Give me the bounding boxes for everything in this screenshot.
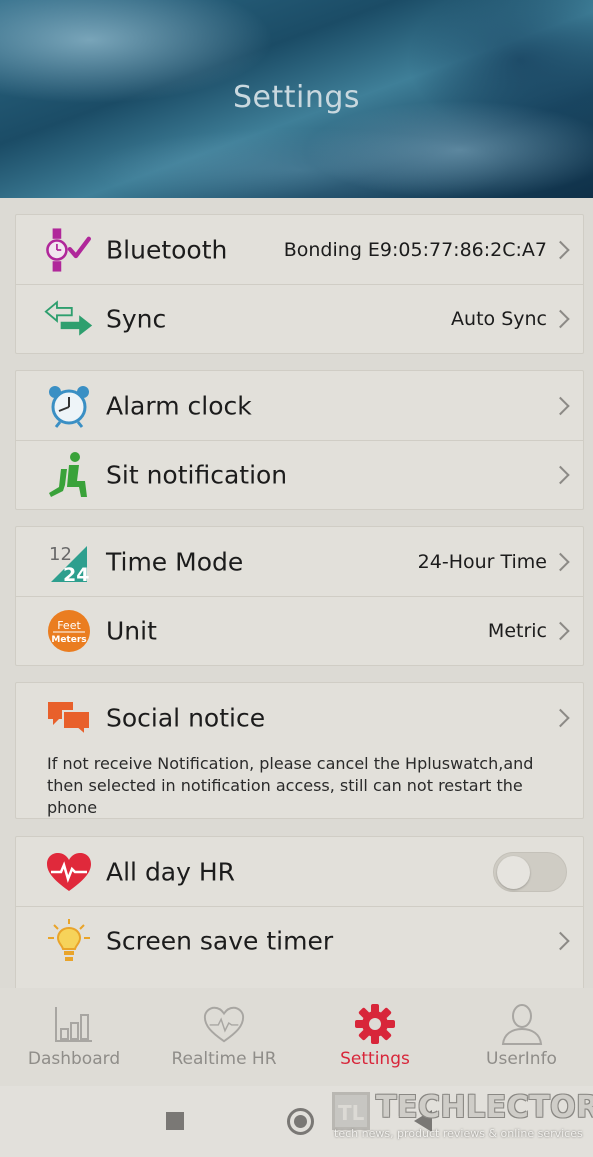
tab-userinfo-label: UserInfo [486,1049,557,1069]
sit-notification-label: Sit notification [106,460,288,490]
header-banner: Settings [0,0,593,198]
alarm-clock-icon [44,383,94,429]
page-title: Settings [232,80,361,115]
all-day-hr-toggle[interactable] [493,851,567,892]
chevron-right-icon [551,552,570,571]
user-icon [500,1002,544,1046]
gear-icon [353,1002,397,1046]
unit-value: Metric [487,620,547,642]
chevron-right-icon [551,396,570,415]
sync-arrows-icon [44,296,94,342]
connection-group: Bluetooth Bonding E9:05:77:86:2C:A7 Sync… [15,214,584,354]
watch-check-icon [44,227,94,273]
tab-settings[interactable]: Settings [300,988,450,1086]
tab-userinfo[interactable]: UserInfo [450,988,593,1086]
sit-notification-row[interactable]: Sit notification [16,440,583,509]
all-day-hr-row: All day HR [16,837,583,906]
heart-outline-icon [202,1002,246,1046]
bluetooth-row[interactable]: Bluetooth Bonding E9:05:77:86:2C:A7 [16,215,583,284]
time-mode-row[interactable]: 12 24 Time Mode 24-Hour Time [16,527,583,596]
screen-save-timer-row[interactable]: Screen save timer [16,906,583,975]
bar-chart-icon [52,1002,96,1046]
alarm-clock-label: Alarm clock [106,391,252,420]
svg-text:Feet: Feet [57,619,81,632]
social-notice-label: Social notice [106,703,266,732]
social-group: Social notice If not receive Notificatio… [15,682,584,819]
bluetooth-label: Bluetooth [106,235,228,264]
tab-dashboard[interactable]: Dashboard [0,988,148,1086]
chevron-right-icon [551,931,570,951]
chevron-right-icon [551,621,570,641]
screen-save-timer-label: Screen save timer [106,926,334,956]
chat-bubbles-icon [44,695,94,741]
sync-label: Sync [106,304,167,334]
sync-row[interactable]: Sync Auto Sync [16,284,583,353]
svg-text:Meters: Meters [51,635,86,645]
svg-text:12: 12 [49,544,72,565]
bottom-tab-bar: Dashboard Realtime HR Settings UserInfo [0,988,593,1086]
svg-text:24: 24 [63,564,89,584]
feet-meters-icon: Feet Meters [44,608,94,654]
home-button[interactable] [287,1108,314,1135]
watermark-logo-icon: TL [332,1092,370,1130]
tab-realtime-hr[interactable]: Realtime HR [148,988,300,1086]
heart-pulse-icon [44,849,94,895]
watermark-tagline: tech news, product reviews & online serv… [334,1127,583,1140]
tab-settings-label: Settings [340,1049,410,1069]
health-group: All day HR Screen save timer [15,836,584,996]
time-12-24-icon: 12 24 [44,539,94,585]
unit-label: Unit [106,616,157,646]
tab-realtime-hr-label: Realtime HR [171,1049,277,1069]
time-mode-value: 24-Hour Time [417,550,547,573]
chevron-right-icon [551,465,570,485]
svg-text:TL: TL [338,1101,365,1125]
sitting-person-icon [44,452,94,498]
time-mode-label: Time Mode [106,547,244,576]
recents-button[interactable] [166,1112,184,1130]
reminders-group: Alarm clock Sit notification [15,370,584,510]
bluetooth-status: Bonding E9:05:77:86:2C:A7 [283,238,547,261]
chevron-right-icon [551,309,570,329]
alarm-clock-row[interactable]: Alarm clock [16,371,583,440]
chevron-right-icon [551,240,570,259]
toggle-knob [497,855,530,889]
unit-row[interactable]: Feet Meters Unit Metric [16,596,583,665]
sync-status: Auto Sync [451,308,547,330]
chevron-right-icon [551,708,570,727]
format-group: 12 24 Time Mode 24-Hour Time Feet Meters… [15,526,584,666]
social-notice-row[interactable]: Social notice [16,683,583,752]
light-bulb-icon [44,918,94,964]
tab-dashboard-label: Dashboard [27,1049,121,1069]
watermark: TL TECHLECTOR tech news, product reviews… [332,1090,593,1142]
watermark-name: TECHLECTOR [376,1090,593,1125]
all-day-hr-label: All day HR [106,857,236,886]
social-notice-help-text: If not receive Notification, please canc… [47,754,534,817]
